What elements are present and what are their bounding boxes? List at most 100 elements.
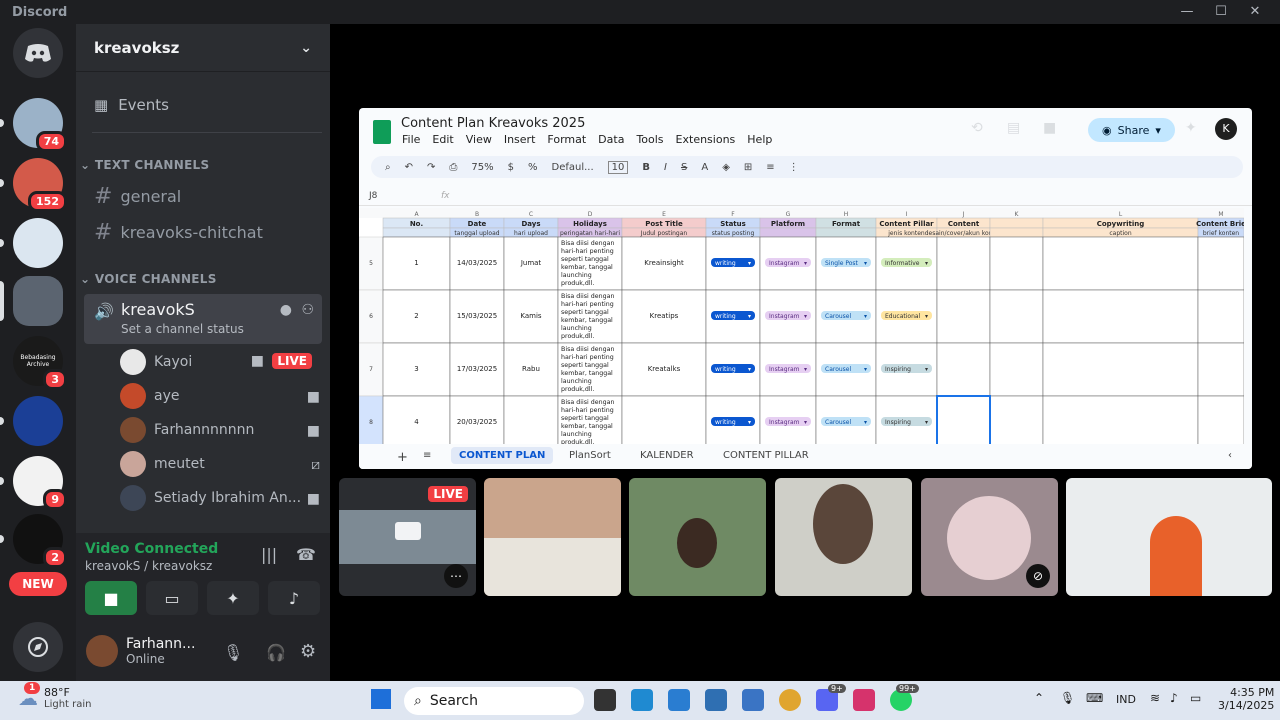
server-icon-8[interactable]: 2 bbox=[0, 514, 67, 568]
menu-file[interactable]: File bbox=[402, 133, 420, 146]
guild-header[interactable]: kreavoksz ⌄ bbox=[76, 24, 330, 72]
voice-user[interactable]: Kayoi ■ LIVE bbox=[120, 347, 320, 377]
add-sheet-icon[interactable]: + bbox=[397, 450, 408, 465]
cell-reference[interactable]: J8 bbox=[369, 191, 377, 201]
voice-user[interactable]: Setiady Ibrahim An... ■ bbox=[120, 483, 320, 513]
volume-icon[interactable]: ♪ bbox=[1170, 691, 1178, 705]
server-icon-7[interactable]: 9 bbox=[0, 456, 67, 510]
comment-icon[interactable]: ▤ bbox=[1007, 120, 1020, 136]
clock[interactable]: 4:35 PM 3/14/2025 bbox=[1218, 686, 1274, 712]
events-item[interactable]: ▦ Events bbox=[84, 88, 322, 122]
soundboard-button[interactable]: ♪ bbox=[268, 581, 320, 615]
server-icon-2[interactable]: 152 bbox=[0, 158, 67, 212]
server-icon-5[interactable]: Bebadasing Archive 3 bbox=[13, 336, 67, 390]
discover-button[interactable] bbox=[13, 622, 63, 672]
undo-icon[interactable]: ↶ bbox=[405, 162, 413, 173]
category-text-channels[interactable]: ⌄ TEXT CHANNELS bbox=[80, 158, 209, 172]
menu-view[interactable]: View bbox=[466, 133, 492, 146]
strikethrough-icon[interactable]: S bbox=[681, 162, 687, 173]
channel-status[interactable]: Set a channel status bbox=[121, 322, 244, 336]
wifi-icon[interactable]: ≋ bbox=[1150, 691, 1160, 705]
menu-insert[interactable]: Insert bbox=[504, 133, 536, 146]
store-icon[interactable] bbox=[705, 689, 727, 711]
stream-tile[interactable]: LIVE ⋯ bbox=[339, 478, 476, 596]
sheet-grid[interactable]: A B C D E F G H I J K L M No. Date tanggal upload Days ha… bbox=[359, 208, 1244, 469]
notepad-icon[interactable] bbox=[742, 689, 764, 711]
server-icon-1[interactable]: 74 bbox=[0, 98, 67, 152]
font-select[interactable]: Defaul... bbox=[552, 162, 594, 173]
new-badge[interactable]: NEW bbox=[9, 572, 67, 596]
print-icon[interactable]: ⎙ bbox=[449, 162, 457, 173]
text-color-icon[interactable]: A bbox=[701, 162, 708, 173]
gemini-icon[interactable]: ✦ bbox=[1185, 120, 1197, 136]
server-icon-6[interactable] bbox=[0, 396, 63, 446]
channel-kreavoks-chitchat[interactable]: # kreavoks-chitchat bbox=[84, 215, 322, 249]
minimize-button[interactable]: — bbox=[1170, 0, 1204, 24]
more-icon[interactable]: ⋮ bbox=[789, 162, 799, 173]
percent-icon[interactable]: % bbox=[528, 162, 538, 173]
noise-icon[interactable]: ||| bbox=[261, 545, 277, 564]
voice-user[interactable]: aye ■ bbox=[120, 381, 320, 411]
tab-content-pillar[interactable]: CONTENT PILLAR bbox=[723, 450, 809, 461]
bold-icon[interactable]: B bbox=[642, 162, 650, 173]
tab-plansort[interactable]: PlanSort bbox=[569, 450, 611, 461]
weather-widget[interactable]: ☁ 1 88°F Light rain bbox=[18, 682, 92, 710]
menu-tools[interactable]: Tools bbox=[636, 133, 663, 146]
voice-user[interactable]: Farhannnnnnn ■ bbox=[120, 415, 320, 445]
avatar[interactable]: K bbox=[1215, 118, 1237, 140]
home-button[interactable] bbox=[13, 28, 63, 78]
video-tile[interactable] bbox=[484, 478, 621, 596]
voice-user[interactable]: meutet ⧄ bbox=[120, 449, 320, 479]
menu-data[interactable]: Data bbox=[598, 133, 624, 146]
chrome-icon[interactable] bbox=[779, 689, 801, 711]
all-sheets-icon[interactable]: ≡ bbox=[423, 450, 431, 461]
server-icon-3[interactable] bbox=[0, 218, 63, 268]
font-size-input[interactable]: 10 bbox=[607, 160, 629, 174]
user-profile[interactable]: Farhann... Online bbox=[86, 635, 195, 667]
instagram-icon[interactable] bbox=[853, 689, 875, 711]
share-button[interactable]: ◉ Share ▾ bbox=[1088, 118, 1175, 142]
chevron-up-icon[interactable]: ⌃ bbox=[1034, 691, 1044, 705]
screen-share-button[interactable]: ▭ bbox=[146, 581, 198, 615]
activity-button[interactable]: ✦ bbox=[207, 581, 259, 615]
video-tile[interactable] bbox=[629, 478, 766, 596]
menu-edit[interactable]: Edit bbox=[432, 133, 453, 146]
meet-icon[interactable]: ■ bbox=[1043, 120, 1056, 136]
fill-color-icon[interactable]: ◈ bbox=[722, 162, 730, 173]
windows-start-icon[interactable] bbox=[371, 689, 391, 709]
video-tile[interactable] bbox=[1066, 478, 1272, 596]
tab-content-plan[interactable]: CONTENT PLAN bbox=[451, 447, 554, 464]
vscode-icon[interactable] bbox=[668, 689, 690, 711]
tab-kalender[interactable]: KALENDER bbox=[640, 450, 694, 461]
edge-icon[interactable] bbox=[631, 689, 653, 711]
align-icon[interactable]: ≡ bbox=[766, 162, 774, 173]
voice-channel-kreavoks[interactable]: 🔊 kreavokS Set a channel status ● ⚇ bbox=[84, 294, 322, 344]
menu-help[interactable]: Help bbox=[747, 133, 772, 146]
language-indicator[interactable]: IND bbox=[1116, 693, 1136, 706]
menu-extensions[interactable]: Extensions bbox=[676, 133, 736, 146]
connection-location[interactable]: kreavokS / kreavoksz bbox=[85, 559, 212, 573]
currency-icon[interactable]: $ bbox=[508, 162, 514, 173]
video-tile[interactable]: ⊘ bbox=[921, 478, 1058, 596]
italic-icon[interactable]: I bbox=[664, 162, 667, 173]
category-voice-channels[interactable]: ⌄ VOICE CHANNELS bbox=[80, 272, 217, 286]
disconnect-icon[interactable]: ☎ bbox=[296, 545, 316, 564]
add-user-icon[interactable]: ⚇ bbox=[301, 302, 314, 318]
battery-icon[interactable]: ▭ bbox=[1190, 691, 1201, 705]
keyboard-icon[interactable]: ⌨ bbox=[1086, 691, 1103, 705]
redo-icon[interactable]: ↷ bbox=[427, 162, 435, 173]
history-icon[interactable]: ⟲ bbox=[971, 120, 983, 136]
mic-icon[interactable]: 🎙 bbox=[1060, 691, 1075, 705]
video-tile[interactable] bbox=[775, 478, 912, 596]
channel-general[interactable]: # general bbox=[84, 179, 322, 213]
more-icon[interactable]: ⋯ bbox=[444, 564, 468, 588]
server-icon-4[interactable] bbox=[0, 276, 63, 326]
screen-share-view[interactable]: Content Plan Kreavoks 2025 File Edit Vie… bbox=[359, 108, 1252, 469]
search-icon[interactable]: ⌕ bbox=[385, 162, 391, 173]
chevron-left-icon[interactable]: ‹ bbox=[1228, 450, 1232, 461]
gear-icon[interactable]: ⚙ bbox=[300, 641, 316, 662]
chat-icon[interactable]: ● bbox=[280, 302, 292, 318]
taskbar-search[interactable]: ⌕ Search bbox=[404, 687, 584, 715]
camera-button[interactable]: ■ bbox=[85, 581, 137, 615]
zoom-select[interactable]: 75% bbox=[471, 162, 493, 173]
